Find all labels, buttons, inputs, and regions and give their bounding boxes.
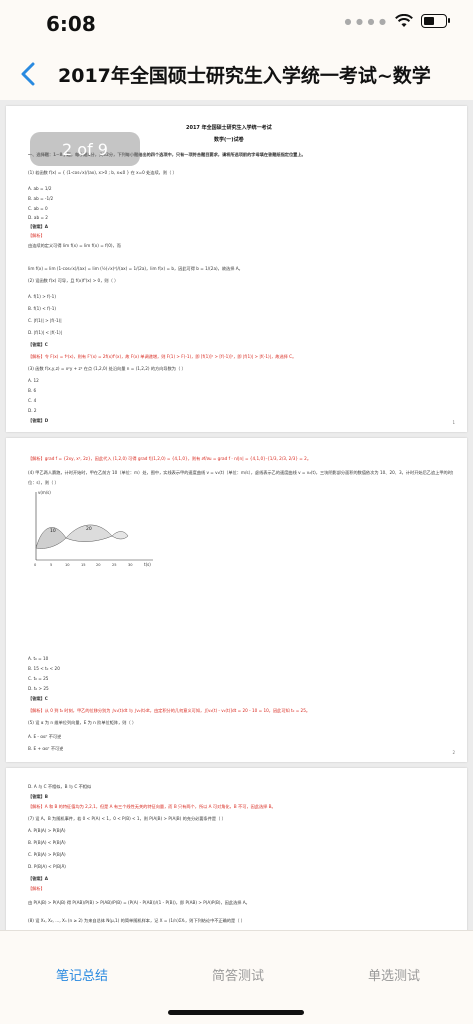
shaded-area-3: [111, 531, 129, 540]
document-text-line: D. t₀ > 25: [28, 686, 49, 691]
home-indicator[interactable]: [168, 1010, 304, 1015]
tab-single-choice-test[interactable]: 单选测试: [368, 965, 420, 984]
x-tick: 0: [34, 563, 37, 567]
document-text-line: 【答案】B: [28, 794, 48, 799]
document-text-line: lim f(x) = lim (1-cos√x)/(ax) = lim (½(√…: [28, 266, 243, 271]
battery-icon: [421, 14, 450, 28]
document-text-line: (1) 若函数 f(x) = { (1-cos√x)/(ax), x>0 ; b…: [28, 170, 177, 175]
document-text-line: (7) 设 A，B 为随机事件，若 0 < P(A) < 1，0 < P(B) …: [28, 816, 226, 821]
cellular-signal-icon: ● ● ● ●: [344, 16, 387, 26]
document-text-line: (2) 设函数 f(x) 可导，且 f(x)f'(x) > 0，则（ ）: [28, 278, 119, 283]
velocity-graph: v(m/s) t(s) 10 20 0 5 10 15 20 25 30: [34, 490, 153, 567]
document-text-line: B. ab = -1/2: [28, 196, 54, 201]
document-text-line: 【答案】D: [28, 418, 49, 423]
status-time: 6:08: [46, 12, 96, 36]
document-text-line: 【解析】令 F(x) = f²(x)，则有 F'(x) = 2f(x)f'(x)…: [28, 354, 297, 359]
document-text-line: 【解析】从 0 到 t₀ 时刻，甲乙的位移分别为 ∫v₁(t)dt 与 ∫v₂(…: [28, 708, 311, 713]
document-text-line: 【解析】: [28, 233, 45, 238]
tab-short-answer-test[interactable]: 简答测试: [212, 965, 264, 984]
document-text-line: 【答案】A: [28, 224, 48, 229]
y-axis-label: v(m/s): [38, 490, 51, 495]
battery-level: [424, 17, 434, 25]
document-text-line: A. 12: [28, 378, 39, 383]
document-text-line: (5) 设 α 为 n 维单位列向量，E 为 n 阶单位矩阵，则（ ）: [28, 720, 137, 725]
document-text-line: A. f(1) > f(-1): [28, 294, 56, 299]
document-text-line: 【解析】grad f = {2xy, x², 2z}，因此代入 (1,2,0) …: [28, 456, 312, 461]
status-icons: ● ● ● ●: [344, 14, 450, 28]
page-number: 1: [452, 420, 455, 425]
document-text-line: A. t₀ = 10: [28, 656, 49, 661]
page-title: 2017年全国硕士研究生入学统一考试~数学: [58, 64, 431, 87]
area-label-10: 10: [50, 528, 56, 534]
document-text-line: 【答案】C: [28, 696, 48, 701]
document-text-line: C. t₀ = 25: [28, 676, 49, 681]
document-text-line: 位：s），则（ ）: [28, 480, 59, 485]
page-indicator: 2 of 9: [30, 132, 140, 166]
document-text-line: (3) 函数 f(x,y,z) = x²y + z² 在点 (1,2,0) 处沿…: [28, 366, 186, 371]
document-text-line: D. 2: [28, 408, 37, 413]
x-tick: 5: [50, 563, 52, 567]
document-text-line: 【答案】A: [28, 876, 48, 881]
document-text-line: C. |f(1)| > |f(-1)|: [28, 318, 62, 323]
document-text-line: 【解析】: [28, 886, 45, 891]
document-text-line: 【答案】C: [28, 342, 48, 347]
wifi-icon: [395, 14, 413, 27]
pdf-viewer[interactable]: 2 of 9 2017 年全国硕士研究生入学统一考试 数学(一)试卷 一、选择题…: [0, 100, 473, 930]
document-text-line: 由 P(A|B) > P(A|B̄) 得 P(AB)/P(B) > P(AB̄)…: [28, 900, 250, 905]
exam-heading: 2017 年全国硕士研究生入学统一考试: [186, 125, 272, 131]
exam-subheading: 数学(一)试卷: [214, 137, 244, 143]
document-text-line: B. 6: [28, 388, 37, 393]
document-text-line: D. P(B̄|A) < P(B|Ā): [28, 864, 66, 869]
document-text-line: (4) 甲乙两人赛跑，计时开始时，甲在乙前方 10（单位：m）处，图中，实线表示…: [28, 470, 453, 475]
x-tick: 15: [81, 563, 86, 567]
tab-notes-summary[interactable]: 笔记总结: [56, 965, 108, 984]
document-text-line: C. ab = 0: [28, 206, 48, 211]
document-text-line: B. f(1) < f(-1): [28, 306, 57, 311]
x-tick: 30: [128, 563, 133, 567]
document-text-line: D. |f(1)| < |f(-1)|: [28, 330, 63, 335]
document-text-line: A. ab = 1/2: [28, 186, 52, 191]
document-text-line: D. ab = 2: [28, 215, 48, 220]
back-button[interactable]: [6, 52, 50, 96]
page-number: 2: [452, 750, 455, 755]
document-text-line: B. 15 < t₀ < 20: [28, 666, 60, 671]
document-text-line: D. A 与 C 不相似，B 与 C 不相似: [28, 784, 92, 789]
pdf-page-3: D. A 与 C 不相似，B 与 C 不相似 【答案】B 【解析】A 和 B 的特征…: [6, 768, 467, 930]
document-text-line: A. E - ααᵀ 不可逆: [28, 734, 62, 739]
document-text-line: B. E + ααᵀ 不可逆: [28, 746, 64, 751]
navigation-bar: 2017年全国硕士研究生入学统一考试~数学: [0, 48, 473, 100]
chevron-left-icon: [21, 62, 35, 86]
x-tick: 10: [65, 563, 70, 567]
x-tick: 25: [112, 563, 117, 567]
document-text-line: 【解析】A 和 B 的特征值均为 2,2,1，但是 A 有三个线性无关的特征向量…: [28, 804, 276, 809]
pdf-page-1: 2 of 9 2017 年全国硕士研究生入学统一考试 数学(一)试卷 一、选择题…: [6, 106, 467, 432]
document-text-line: C. 4: [28, 398, 37, 403]
document-text-line: A. P(B|A) > P(B|Ā): [28, 828, 66, 833]
document-text-line: B. P(B|A) < P(B|Ā): [28, 840, 66, 845]
document-text-line: 由连续的定义可得 lim f(x) = lim f(x) = f(0)，而: [28, 243, 121, 248]
pdf-page-2: 【解析】grad f = {2xy, x², 2z}，因此代入 (1,2,0) …: [6, 438, 467, 762]
document-text-line: (8) 设 X₁, X₂, …, Xₙ (n ≥ 2) 为来自总体 N(μ,1)…: [28, 918, 245, 923]
status-bar: 6:08 ● ● ● ●: [0, 0, 473, 48]
x-axis-label: t(s): [144, 562, 151, 567]
x-tick: 20: [96, 563, 101, 567]
document-text-line: C. P(B̄|A) > P(B|Ā): [28, 852, 66, 857]
area-label-20: 20: [86, 526, 92, 532]
